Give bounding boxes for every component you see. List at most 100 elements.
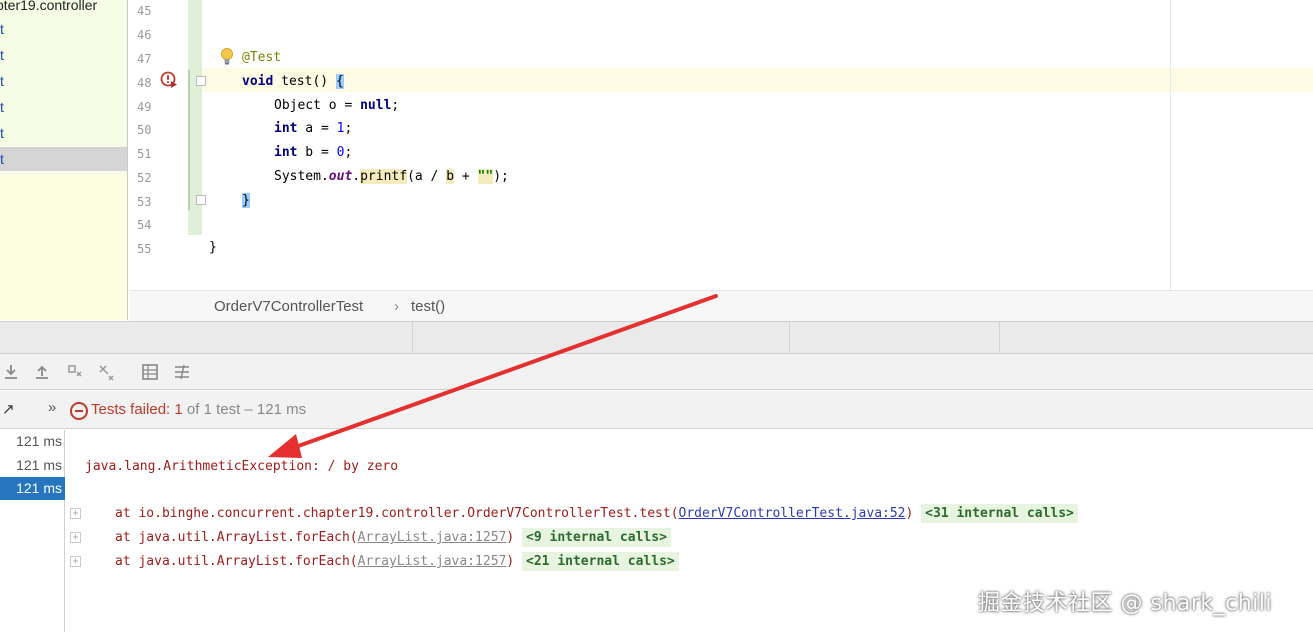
test-status-bar: ↗ » Tests failed: 1 of 1 test – 121 ms [0,391,1313,429]
code-line-53[interactable]: } [242,189,250,213]
line-number: 48 [137,76,152,90]
breadcrumb: OrderV7ControllerTest › test() [130,290,1313,321]
annotation-token: @Test [242,50,282,65]
status-suffix: of 1 test – 121 ms [182,401,307,418]
semicolon-token: ; [344,121,353,136]
stack-prefix: at java.util.ArrayList.forEach( [115,554,358,569]
change-marker-line [188,70,190,210]
exception-message: java.lang.ArithmeticException: / by zero [85,459,399,474]
stack-frame: at io.binghe.concurrent.chapter19.contro… [115,504,1078,523]
stack-suffix: ) [506,554,515,569]
tests-failed-status: Tests failed: 1 of 1 test – 121 ms [91,401,306,418]
internal-calls-fold[interactable]: <31 internal calls> [921,504,1078,523]
line-number: 51 [137,147,152,161]
run-toolbar [0,354,1313,390]
code-line-50[interactable]: int a = 1; [274,117,352,141]
stack-suffix: ) [506,530,515,545]
dot-token: . [352,169,361,184]
stack-prefix: at java.util.ArrayList.forEach( [115,530,358,545]
import-tests-icon[interactable] [1,362,21,382]
code-line-51[interactable]: int b = 0; [274,141,352,165]
run-tab[interactable] [0,322,413,354]
tree-package-label[interactable]: pter19.controller [0,0,124,17]
brace-token: } [209,240,217,255]
brace-token: } [242,193,250,208]
watermark-text: 掘金技术社区 @ shark_chili [978,591,1273,616]
run-tab[interactable] [790,322,1000,354]
tree-item[interactable]: t [0,69,127,93]
string-token: "" [477,169,494,184]
internal-calls-fold[interactable]: <21 internal calls> [522,552,679,571]
line-number: 49 [137,100,152,114]
field-token: out [328,169,353,184]
settings-sliders-icon[interactable] [172,362,192,382]
stack-prefix: at io.binghe.concurrent.chapter19.contro… [115,506,679,521]
layout-grid-icon[interactable] [140,362,160,382]
semicolon-token: ; [344,145,353,160]
expand-stack-icon[interactable]: + [70,508,81,519]
source-link[interactable]: OrderV7ControllerTest.java:52 [679,506,906,521]
export-tests-icon[interactable] [32,362,52,382]
code-line-55[interactable]: } [209,236,217,260]
rerun-failed-icon[interactable] [65,362,85,382]
method-name-token: test() [273,74,336,89]
stack-frame: at java.util.ArrayList.forEach(ArrayList… [115,552,679,571]
var-token: a = [297,121,337,136]
expand-stack-icon[interactable]: + [70,532,81,543]
breadcrumb-method[interactable]: test() [411,298,445,315]
test-duration[interactable]: 121 ms [0,454,65,477]
code-line-47[interactable]: @Test [242,46,281,70]
stack-suffix: ) [905,506,914,521]
project-tree: pter19.controller t t t t t t [0,0,128,320]
internal-calls-fold[interactable]: <9 internal calls> [522,528,671,547]
keyword-token: int [274,145,298,160]
expand-icon[interactable]: ↗ [2,400,15,418]
keyword-token: int [274,121,298,136]
breadcrumb-class[interactable]: OrderV7ControllerTest [214,298,363,315]
plus-token: + [454,169,478,184]
line-number: 55 [137,242,152,256]
test-duration[interactable]: 121 ms [0,430,65,453]
status-prefix: Tests failed: [91,401,175,418]
fold-collapse-icon[interactable] [196,76,206,86]
line-number: 54 [137,218,152,232]
var-token: o = [320,98,361,113]
code-line-49[interactable]: Object o = null; [274,94,399,118]
method-call-token: printf [360,169,408,184]
code-line-48[interactable]: void test() { [242,70,344,94]
source-link[interactable]: ArrayList.java:1257 [358,554,507,569]
args-token: (a / [407,169,447,184]
class-token: System. [274,169,329,184]
intention-bulb-icon[interactable] [220,48,234,66]
line-number: 50 [137,123,152,137]
line-number: 45 [137,4,152,18]
tree-item[interactable]: t [0,43,127,67]
expand-stack-icon[interactable]: + [70,556,81,567]
fold-end-icon[interactable] [196,195,206,205]
tree-item-selected[interactable]: t [0,147,127,171]
source-link[interactable]: ArrayList.java:1257 [358,530,507,545]
run-tab[interactable] [413,322,790,354]
toggle-auto-test-icon[interactable] [97,362,117,382]
tests-failed-icon [70,402,88,420]
semicolon-token: ; [391,98,400,113]
brace-token: { [335,74,344,89]
tree-item[interactable]: t [0,17,127,41]
test-tree: 121 ms 121 ms 121 ms [0,430,65,632]
stack-frame: at java.util.ArrayList.forEach(ArrayList… [115,528,671,547]
tree-item[interactable]: t [0,121,127,145]
line-number: 52 [137,171,152,185]
current-line-highlight [202,68,1313,92]
run-tab-strip [0,321,1313,354]
code-line-52[interactable]: System.out.printf(a / b + ""); [274,165,509,189]
line-number: 47 [137,52,152,66]
test-duration-selected[interactable]: 121 ms [0,477,65,500]
line-number: 46 [137,28,152,42]
line-number: 53 [137,195,152,209]
tree-item[interactable]: t [0,95,127,119]
chevron-more-icon[interactable]: » [48,399,56,416]
keyword-token: void [242,74,274,89]
keyword-token: null [360,98,392,113]
breadcrumb-separator: › [394,298,399,315]
test-failed-run-icon[interactable] [160,71,178,89]
